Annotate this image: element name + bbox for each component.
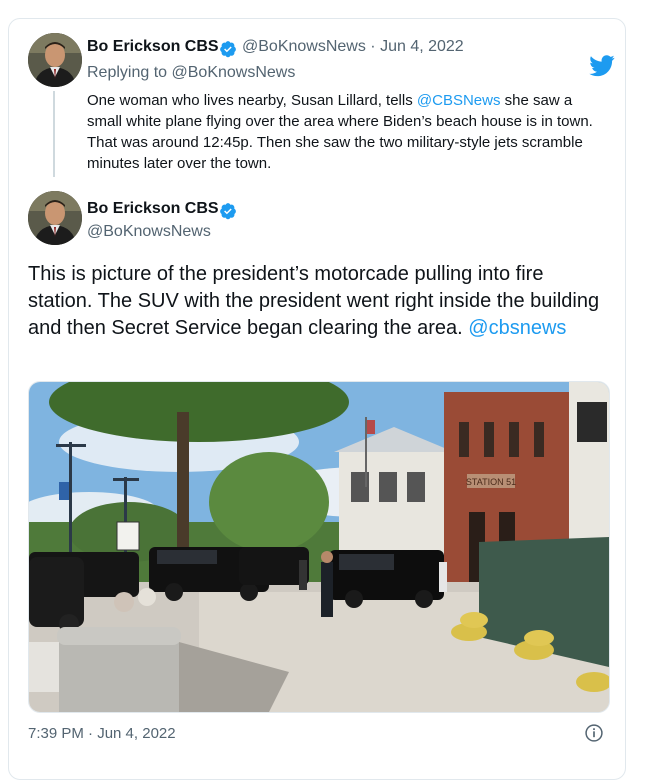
- verified-badge-icon: [220, 41, 236, 58]
- thread-line: [53, 91, 55, 177]
- author-name[interactable]: Bo Erickson CBS: [87, 38, 219, 56]
- tweet-timestamp[interactable]: 7:39 PM · Jun 4, 2022: [28, 725, 176, 742]
- tweet-card: Bo Erickson CBS @BoKnowsNews · Jun 4, 20…: [8, 18, 626, 780]
- avatar[interactable]: [28, 33, 82, 87]
- replying-to: Replying to @BoKnowsNews: [87, 64, 295, 82]
- reply-tweet-text: One woman who lives nearby, Susan Lillar…: [87, 90, 607, 174]
- info-icon[interactable]: [584, 723, 604, 743]
- tweet-date[interactable]: Jun 4, 2022: [380, 38, 464, 55]
- reply-text-after: she saw: [504, 92, 560, 109]
- verified-badge-icon: [220, 203, 236, 220]
- replying-to-label: Replying to: [87, 64, 168, 81]
- author-handle[interactable]: @BoKnowsNews: [87, 223, 211, 241]
- mention-link[interactable]: @CBSNews: [417, 92, 501, 109]
- date-separator: ·: [370, 38, 376, 55]
- station-sign-text: STATION 51: [466, 477, 516, 487]
- author-handle[interactable]: @BoKnowsNews: [242, 38, 366, 55]
- replying-to-handle[interactable]: @BoKnowsNews: [172, 64, 296, 81]
- twitter-bird-icon[interactable]: [589, 55, 615, 77]
- motorcade-photo: STATION 51: [29, 382, 609, 712]
- reply-text-start: One woman who lives nearby, Susan Lillar…: [87, 92, 413, 109]
- main-tweet-text: This is picture of the president’s motor…: [28, 261, 608, 342]
- tweet-photo[interactable]: STATION 51: [28, 381, 610, 713]
- mention-link[interactable]: @cbsnews: [468, 317, 566, 339]
- author-name[interactable]: Bo Erickson CBS: [87, 200, 219, 218]
- avatar[interactable]: [28, 191, 82, 245]
